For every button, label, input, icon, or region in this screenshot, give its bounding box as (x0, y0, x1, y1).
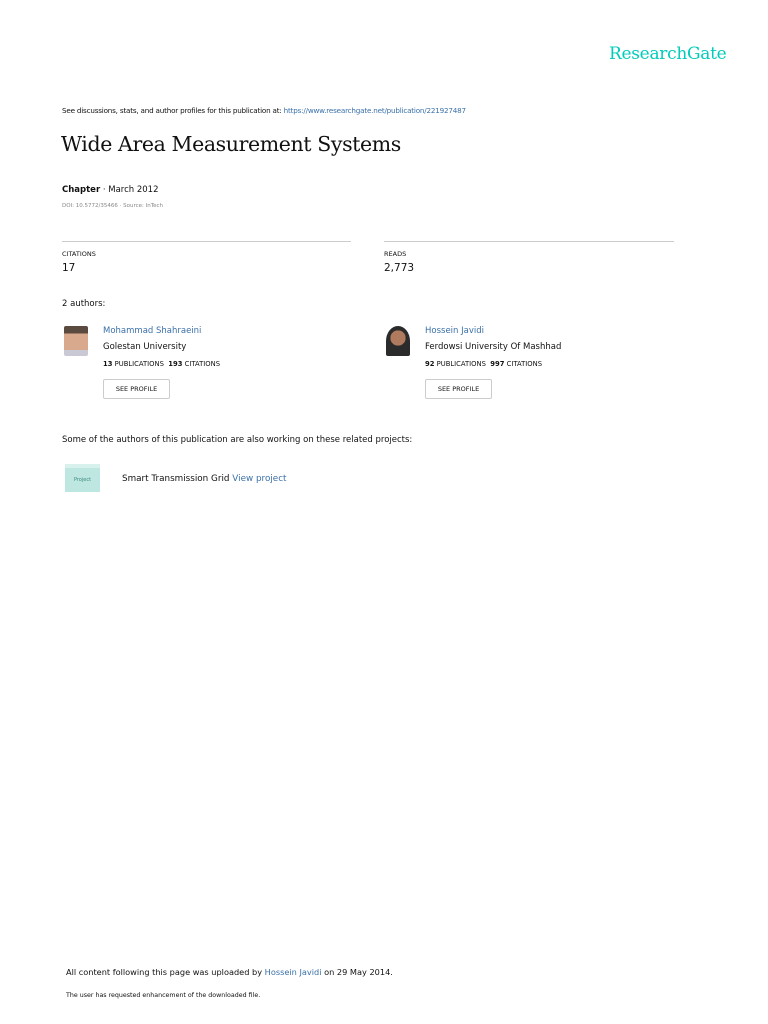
author-affiliation: Golestan University (103, 342, 187, 352)
notice-text: See discussions, stats, and author profi… (62, 106, 284, 115)
author-stats: 13 PUBLICATIONS 193 CITATIONS (103, 360, 220, 368)
citations-count: 193 (168, 360, 183, 368)
author-avatar[interactable] (386, 326, 410, 356)
publication-title: Wide Area Measurement Systems (61, 132, 401, 156)
author-name-link[interactable]: Mohammad Shahraeini (103, 326, 201, 336)
reads-label: READS (384, 250, 407, 258)
see-profile-button[interactable]: SEE PROFILE (425, 379, 492, 399)
see-profile-button[interactable]: SEE PROFILE (103, 379, 170, 399)
citations-count: 17 (62, 262, 76, 274)
authors-heading: 2 authors: (62, 299, 106, 309)
divider (384, 241, 674, 242)
related-projects-heading: Some of the authors of this publication … (62, 435, 413, 445)
author-stats: 92 PUBLICATIONS 997 CITATIONS (425, 360, 542, 368)
divider (62, 241, 351, 242)
author-affiliation: Ferdowsi University Of Mashhad (425, 342, 562, 352)
citations-label: CITATIONS (62, 250, 96, 258)
doi-source: DOI: 10.5772/35466 · Source: InTech (62, 203, 164, 209)
author-name-link[interactable]: Hossein Javidi (425, 326, 484, 336)
citations-count: 997 (490, 360, 505, 368)
upload-prefix: All content following this page was uplo… (66, 967, 265, 977)
view-project-link[interactable]: View project (232, 474, 286, 484)
project-icon-label: Project (73, 477, 92, 483)
discussion-notice: See discussions, stats, and author profi… (62, 106, 466, 115)
publications-label: PUBLICATIONS (434, 360, 486, 368)
project-folder-icon: Project (65, 464, 100, 492)
publication-date: · March 2012 (100, 185, 159, 195)
reads-count: 2,773 (384, 262, 415, 274)
related-project: Smart Transmission Grid View project (122, 474, 287, 484)
publication-meta: Chapter · March 2012 (62, 185, 159, 195)
citations-label: CITATIONS (504, 360, 543, 368)
citations-label: CITATIONS (182, 360, 221, 368)
publication-url-link[interactable]: https://www.researchgate.net/publication… (284, 106, 466, 115)
enhancement-note: The user has requested enhancement of th… (66, 992, 261, 999)
project-name: Smart Transmission Grid (122, 474, 233, 484)
author-avatar[interactable] (64, 326, 88, 356)
upload-notice: All content following this page was uplo… (66, 967, 393, 977)
researchgate-logo[interactable]: ResearchGate (609, 44, 727, 64)
upload-suffix: on 29 May 2014. (321, 967, 393, 977)
publication-type: Chapter (62, 185, 101, 195)
uploader-link[interactable]: Hossein Javidi (265, 967, 322, 977)
publications-label: PUBLICATIONS (112, 360, 164, 368)
